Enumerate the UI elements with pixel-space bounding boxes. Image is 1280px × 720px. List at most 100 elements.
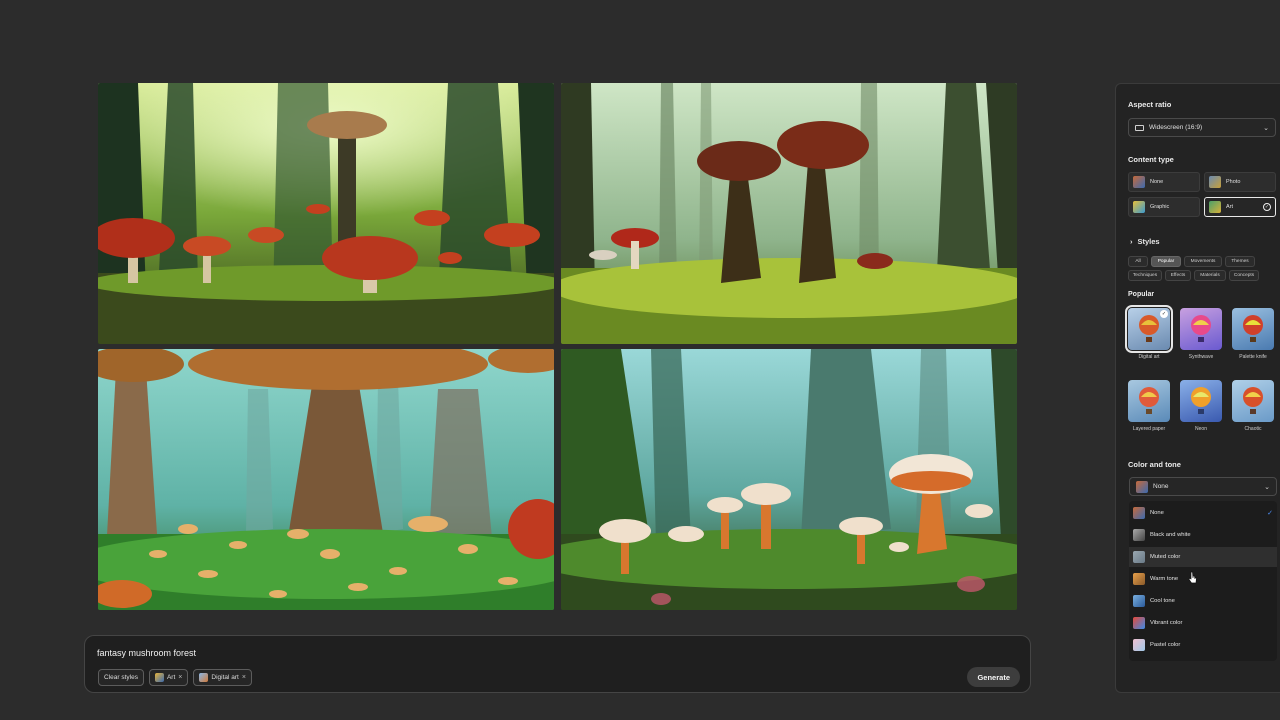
style-neon-label: Neon	[1195, 426, 1207, 432]
styles-section-toggle[interactable]: › Styles	[1130, 237, 1160, 246]
generated-image-2[interactable]	[561, 83, 1017, 344]
style-digital-art-label: Digital art	[1138, 354, 1160, 360]
chevron-down-icon: ⌄	[1263, 124, 1269, 132]
digital-art-thumbnail-icon	[199, 673, 209, 682]
settings-panel: Aspect ratio Widescreen (16:9) ⌄ Content…	[1115, 83, 1280, 693]
checkmark-icon: ✓	[1160, 310, 1168, 318]
style-palette-knife[interactable]: Palette knife	[1232, 308, 1274, 360]
prompt-bar: fantasy mushroom forest Clear styles Art…	[84, 635, 1031, 693]
style-thumbnails-row2: Layered paper Neon Chaotic	[1128, 380, 1274, 432]
styles-tabs-row1: All Popular Movements Themes	[1128, 256, 1255, 267]
style-thumbnails-row1: ✓ Digital art Synthwave Palette knife	[1125, 305, 1274, 360]
color-option-label: Cool tone	[1150, 598, 1175, 604]
color-option-black-and-white[interactable]: Black and white	[1129, 525, 1277, 545]
style-chaotic-label: Chaotic	[1244, 426, 1262, 432]
tab-techniques[interactable]: Techniques	[1128, 270, 1162, 281]
tab-popular[interactable]: Popular	[1151, 256, 1181, 267]
content-type-none[interactable]: None	[1128, 172, 1200, 192]
balloon-thumbnail-icon: ✓	[1125, 305, 1173, 353]
hot-air-balloon-icon	[1191, 387, 1211, 414]
aspect-ratio-select[interactable]: Widescreen (16:9) ⌄	[1128, 118, 1276, 137]
generated-image-1[interactable]	[98, 83, 554, 344]
generated-image-4[interactable]	[561, 349, 1017, 610]
color-option-label: Black and white	[1150, 532, 1191, 538]
color-option-none[interactable]: None ✓	[1129, 503, 1277, 523]
color-swatch-icon	[1133, 639, 1145, 651]
content-type-label: Content type	[1128, 155, 1174, 164]
color-option-label: Vibrant color	[1150, 620, 1183, 626]
style-synthwave[interactable]: Synthwave	[1180, 308, 1222, 360]
close-icon[interactable]: ×	[178, 674, 182, 681]
tab-materials[interactable]: Materials	[1194, 270, 1226, 281]
chevron-right-icon: ›	[1130, 237, 1133, 246]
tab-concepts[interactable]: Concepts	[1229, 270, 1259, 281]
tab-movements[interactable]: Movements	[1184, 256, 1222, 267]
tab-themes[interactable]: Themes	[1225, 256, 1255, 267]
aspect-ratio-label: Aspect ratio	[1128, 100, 1172, 109]
hot-air-balloon-icon	[1243, 387, 1263, 414]
color-option-muted-color[interactable]: Muted color	[1129, 547, 1277, 567]
style-chaotic[interactable]: Chaotic	[1232, 380, 1274, 432]
hot-air-balloon-icon	[1139, 387, 1159, 414]
generate-button[interactable]: Generate	[967, 667, 1020, 687]
hot-air-balloon-icon	[1243, 315, 1263, 342]
mushroom-forest-image-2	[561, 83, 1017, 344]
color-option-cool-tone[interactable]: Cool tone	[1129, 591, 1277, 611]
color-option-vibrant-color[interactable]: Vibrant color	[1129, 613, 1277, 633]
color-swatch-icon	[1133, 507, 1145, 519]
content-type-art-label: Art	[1226, 204, 1234, 210]
balloon-thumbnail-icon	[1128, 380, 1170, 422]
color-swatch-icon	[1133, 573, 1145, 585]
color-option-label: None	[1150, 510, 1164, 516]
graphic-thumbnail-icon	[1133, 201, 1145, 213]
style-neon[interactable]: Neon	[1180, 380, 1222, 432]
style-layered-paper-label: Layered paper	[1132, 426, 1166, 432]
content-type-graphic[interactable]: Graphic	[1128, 197, 1200, 217]
tab-all[interactable]: All	[1128, 256, 1148, 267]
balloon-thumbnail-icon	[1232, 380, 1274, 422]
style-digital-art[interactable]: ✓ Digital art	[1125, 305, 1173, 360]
color-option-label: Pastel color	[1150, 642, 1181, 648]
balloon-thumbnail-icon	[1180, 308, 1222, 350]
mouse-pointer-icon	[1188, 571, 1197, 584]
art-thumbnail-icon	[1209, 201, 1221, 213]
color-swatch-icon	[1136, 480, 1148, 493]
none-thumbnail-icon	[1133, 176, 1145, 188]
color-swatch-icon	[1133, 617, 1145, 629]
style-palette-knife-label: Palette knife	[1239, 354, 1267, 360]
styles-tabs-row2: Techniques Effects Materials Concepts	[1128, 270, 1259, 281]
color-option-label: Muted color	[1150, 554, 1181, 560]
color-option-warm-tone[interactable]: Warm tone	[1129, 569, 1277, 589]
mushroom-forest-image-3	[98, 349, 554, 610]
hot-air-balloon-icon	[1191, 315, 1211, 342]
close-icon[interactable]: ×	[242, 674, 246, 681]
content-type-art[interactable]: Art ✓	[1204, 197, 1276, 217]
chip-digital-art[interactable]: Digital art ×	[193, 669, 252, 686]
color-tone-dropdown: None ✓ Black and white Muted color Warm …	[1129, 501, 1277, 661]
styles-label: Styles	[1137, 237, 1160, 246]
chip-digital-art-label: Digital art	[211, 674, 239, 681]
chip-art[interactable]: Art ×	[148, 669, 189, 686]
generated-images-grid	[98, 83, 1017, 610]
tab-effects[interactable]: Effects	[1165, 270, 1191, 281]
style-chips: Clear styles Art × Digital art ×	[98, 669, 252, 686]
clear-styles-button[interactable]: Clear styles	[98, 669, 144, 686]
clear-styles-label: Clear styles	[104, 674, 138, 681]
content-type-graphic-label: Graphic	[1150, 204, 1170, 210]
balloon-thumbnail-icon	[1232, 308, 1274, 350]
generated-image-3[interactable]	[98, 349, 554, 610]
color-option-pastel-color[interactable]: Pastel color	[1129, 635, 1277, 655]
style-layered-paper[interactable]: Layered paper	[1128, 380, 1170, 432]
chip-art-label: Art	[166, 674, 176, 681]
checkmark-icon: ✓	[1267, 510, 1273, 517]
mushroom-forest-image-4	[561, 349, 1017, 610]
content-type-photo[interactable]: Photo	[1204, 172, 1276, 192]
prompt-input[interactable]: fantasy mushroom forest	[97, 648, 196, 658]
mushroom-forest-image-1	[98, 83, 554, 344]
color-swatch-icon	[1133, 595, 1145, 607]
style-synthwave-label: Synthwave	[1188, 354, 1214, 360]
balloon-thumbnail-icon	[1180, 380, 1222, 422]
color-tone-select[interactable]: None ⌄	[1129, 477, 1277, 496]
photo-thumbnail-icon	[1209, 176, 1221, 188]
checkmark-icon: ✓	[1263, 203, 1271, 211]
